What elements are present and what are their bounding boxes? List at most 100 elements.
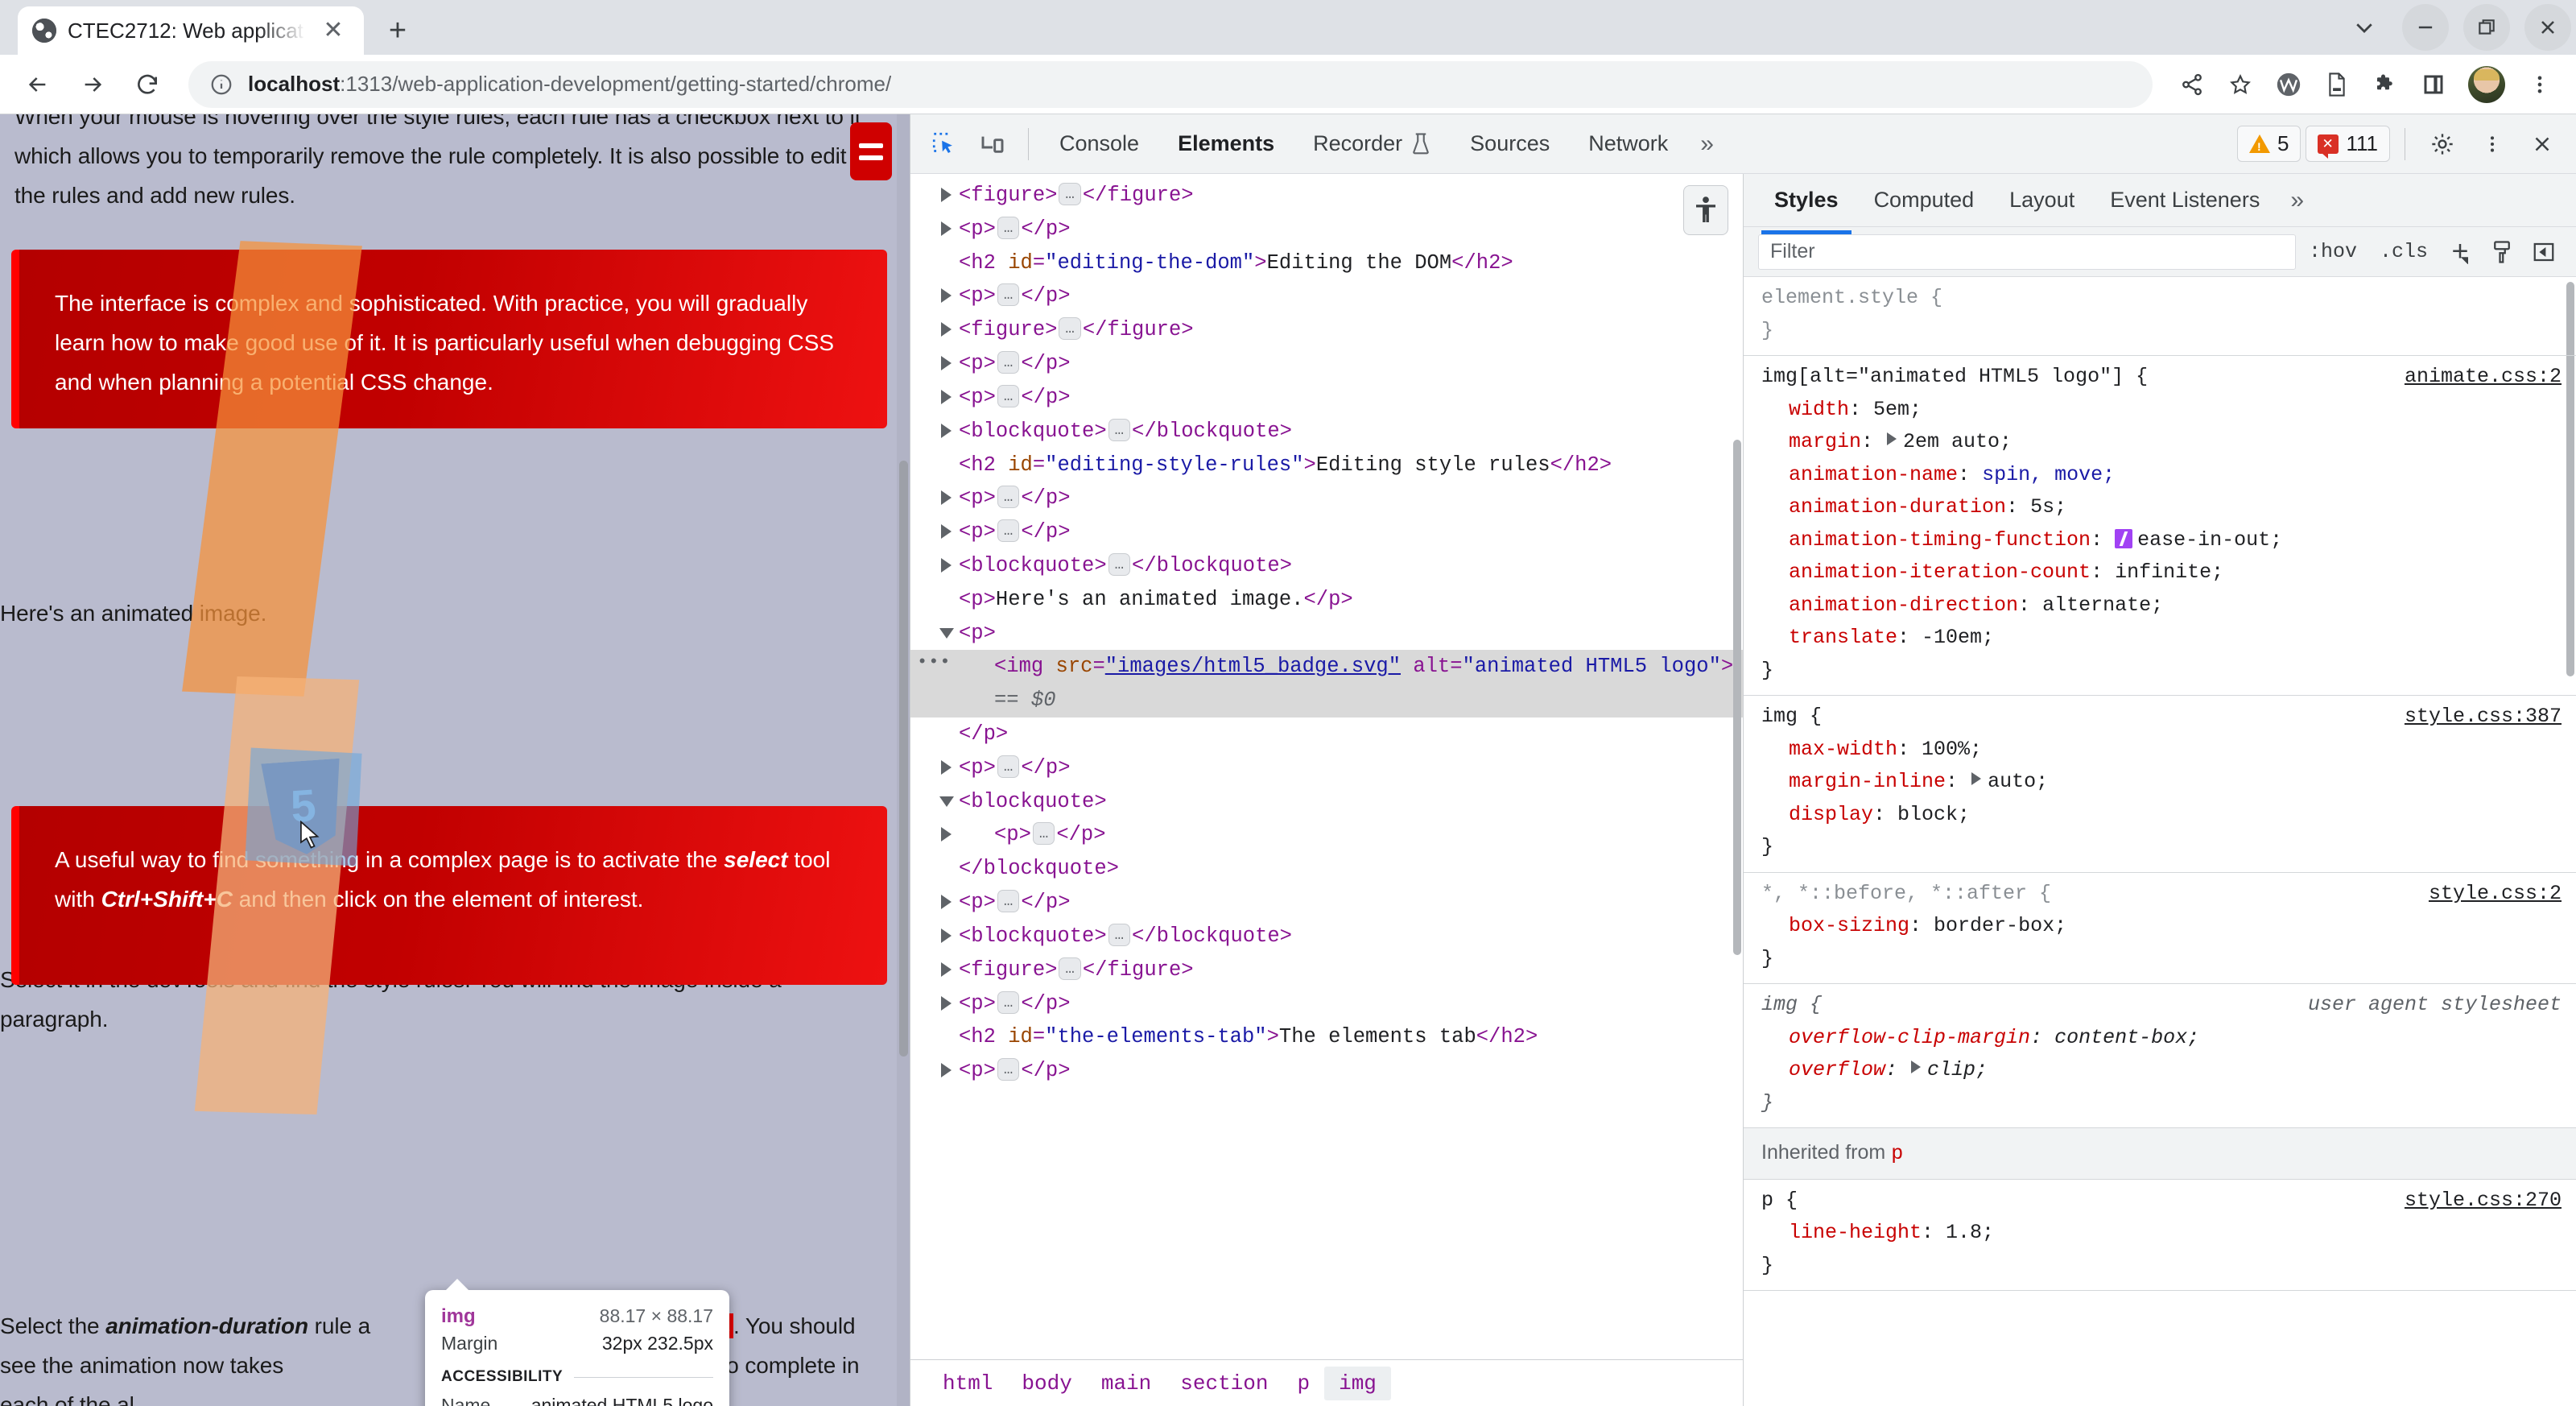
expand-ellipsis-icon[interactable]: … <box>997 755 1020 778</box>
css-rule[interactable]: *, *::before, *::after {style.css:2 box-s… <box>1744 873 2576 984</box>
tab-sources[interactable]: Sources <box>1452 123 1567 164</box>
site-info-icon[interactable] <box>209 72 233 97</box>
expand-ellipsis-icon[interactable]: … <box>997 384 1020 407</box>
css-property[interactable]: overflow-clip-margin <box>1789 1026 2030 1049</box>
css-property[interactable]: animation-direction <box>1789 593 2018 617</box>
css-declaration[interactable]: animation-timing-function: ease-in-out; <box>1761 524 2562 557</box>
dom-node[interactable]: <p> <box>910 617 1743 651</box>
css-selector[interactable]: p { <box>1761 1185 1798 1218</box>
expand-ellipsis-icon[interactable]: … <box>1032 822 1055 846</box>
chevron-right-icon[interactable] <box>1887 432 1897 445</box>
device-toolbar-icon[interactable] <box>970 123 1015 165</box>
css-declaration[interactable]: width: 5em; <box>1761 394 2562 427</box>
expand-ellipsis-icon[interactable]: … <box>1108 923 1131 946</box>
bookmark-star-icon[interactable] <box>2217 61 2264 108</box>
tab-styles[interactable]: Styles <box>1758 181 1855 234</box>
css-property[interactable]: animation-iteration-count <box>1789 560 2091 584</box>
chevron-right-icon[interactable] <box>941 423 952 438</box>
css-value[interactable]: infinite; <box>2115 560 2223 584</box>
css-declaration[interactable]: animation-name: spin, move; <box>1761 459 2562 492</box>
browser-tab[interactable]: CTEC2712: Web applicat ✕ <box>18 6 364 55</box>
css-property[interactable]: animation-duration <box>1789 495 2006 519</box>
expand-ellipsis-icon[interactable]: … <box>997 990 1020 1014</box>
dom-node[interactable]: </blockquote> <box>910 852 1743 886</box>
share-icon[interactable] <box>2169 61 2215 108</box>
tab-elements[interactable]: Elements <box>1160 123 1292 182</box>
page-scrollbar[interactable] <box>897 114 910 1406</box>
css-declaration[interactable]: margin: 2em auto; <box>1761 426 2562 459</box>
expand-ellipsis-icon[interactable]: … <box>997 519 1020 543</box>
css-rule[interactable]: p {style.css:270 line-height: 1.8;} <box>1744 1180 2576 1291</box>
warning-count-badge[interactable]: 5 <box>2237 126 2301 162</box>
dom-node[interactable]: <p>Here's an animated image.</p> <box>910 583 1743 617</box>
chevron-right-icon[interactable] <box>941 322 952 337</box>
chevron-right-icon[interactable] <box>941 895 952 910</box>
close-window-button[interactable] <box>2524 4 2571 51</box>
css-declaration[interactable]: animation-direction: alternate; <box>1761 589 2562 622</box>
filter-input[interactable]: Filter <box>1758 234 2296 270</box>
css-selector[interactable]: img[alt="animated HTML5 logo"] { <box>1761 361 2148 394</box>
css-property[interactable]: box-sizing <box>1789 914 1909 937</box>
dom-node[interactable]: <p>… </p> <box>910 1054 1743 1088</box>
plus-icon[interactable] <box>2441 234 2479 270</box>
css-declaration[interactable]: margin-inline: auto; <box>1761 766 2562 799</box>
forward-button[interactable] <box>68 60 118 110</box>
css-rule[interactable]: element.style {} <box>1744 277 2576 356</box>
tab-recorder[interactable]: Recorder <box>1295 123 1449 164</box>
css-value[interactable]: ease-in-out; <box>2137 528 2282 552</box>
dom-node[interactable]: <p>… </p> <box>910 515 1743 549</box>
chevron-right-icon[interactable] <box>941 188 952 202</box>
dom-tree[interactable]: <figure>… </figure> <p>… </p> <h2 id="editin… <box>910 174 1743 1359</box>
dom-node[interactable]: <p>… </p> <box>910 818 1743 852</box>
reader-mode-icon[interactable] <box>2314 61 2360 108</box>
paintbrush-icon[interactable] <box>2483 234 2521 270</box>
chevron-right-icon[interactable] <box>941 928 952 943</box>
css-property[interactable]: margin <box>1789 430 1861 453</box>
dom-node[interactable]: <p>… </p> <box>910 886 1743 920</box>
css-declaration[interactable]: display: block; <box>1761 799 2562 832</box>
more-vertical-icon[interactable] <box>2470 123 2515 165</box>
dom-node[interactable]: <blockquote>… </blockquote> <box>910 920 1743 953</box>
css-declaration[interactable]: overflow: clip; <box>1761 1054 2562 1087</box>
inherited-tag[interactable]: p <box>1891 1142 1903 1165</box>
css-declaration[interactable]: max-width: 100%; <box>1761 734 2562 767</box>
close-devtools-icon[interactable] <box>2520 123 2565 165</box>
dom-node-selected[interactable]: <img src="images/html5_badge.svg" alt="a… <box>910 648 1743 717</box>
tab-computed[interactable]: Computed <box>1858 181 1991 219</box>
css-value[interactable]: 100%; <box>1922 738 1982 761</box>
expand-ellipsis-icon[interactable]: … <box>1059 957 1081 980</box>
page-scrollbar-thumb[interactable] <box>899 461 908 1057</box>
dom-node[interactable]: <figure>… </figure> <box>910 179 1743 213</box>
chevron-right-icon[interactable] <box>941 389 952 404</box>
dom-node[interactable]: <figure>… </figure> <box>910 953 1743 987</box>
dom-node[interactable]: <p>… </p> <box>910 213 1743 246</box>
css-source-link[interactable]: animate.css:2 <box>2390 361 2562 394</box>
chevron-right-icon[interactable] <box>941 827 952 842</box>
css-value[interactable]: border-box; <box>1934 914 2066 937</box>
css-property[interactable]: animation-timing-function <box>1789 528 2091 552</box>
expand-ellipsis-icon[interactable]: … <box>1059 317 1081 341</box>
dom-node[interactable]: <p>… </p> <box>910 347 1743 381</box>
css-property[interactable]: display <box>1789 803 1873 826</box>
expand-ellipsis-icon[interactable]: … <box>997 890 1020 913</box>
toggle-sidebar-icon[interactable] <box>2524 234 2563 270</box>
css-property[interactable]: line-height <box>1789 1221 1922 1244</box>
css-value[interactable]: clip; <box>1927 1058 1988 1081</box>
expand-ellipsis-icon[interactable]: … <box>997 486 1020 509</box>
expand-ellipsis-icon[interactable]: … <box>997 1058 1020 1081</box>
menu-toggle-button[interactable] <box>850 122 892 180</box>
css-source-link[interactable]: style.css:2 <box>2414 878 2562 911</box>
chevron-down-icon[interactable] <box>939 627 954 646</box>
chevron-right-icon[interactable] <box>941 356 952 371</box>
breadcrumb-item-main[interactable]: main <box>1087 1367 1166 1400</box>
breadcrumb-item-img[interactable]: img <box>1324 1366 1391 1400</box>
css-value[interactable]: spin, move; <box>1982 463 2115 486</box>
reload-button[interactable] <box>122 60 172 110</box>
css-selector[interactable]: element.style { <box>1761 282 1942 315</box>
tab-network[interactable]: Network <box>1571 123 1686 164</box>
expand-ellipsis-icon[interactable]: … <box>997 216 1020 239</box>
close-icon[interactable]: ✕ <box>317 14 349 47</box>
css-rule[interactable]: img {user agent stylesheet overflow-clip-… <box>1744 984 2576 1128</box>
dom-node[interactable]: <h2 id="editing-the-dom">Editing the DOM… <box>910 246 1743 280</box>
css-selector[interactable]: img { <box>1761 989 1822 1022</box>
